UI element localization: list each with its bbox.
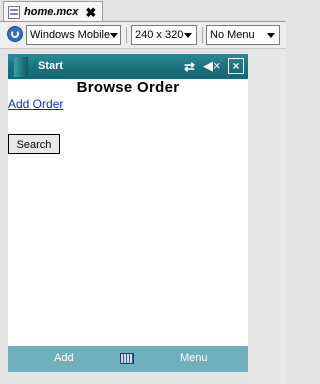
device-titlebar: Start ⇄ ◀× × [8,54,248,79]
rotate-icon[interactable] [7,26,23,42]
menu-mode-select[interactable]: No Menu [206,25,280,45]
tab-title: home.mcx [24,6,79,18]
keyboard-icon[interactable] [120,353,134,364]
add-order-link[interactable]: Add Order [8,97,63,111]
close-icon[interactable]: ✖ [85,6,96,19]
softkey-menu[interactable]: Menu [180,352,208,364]
search-button[interactable]: Search [8,134,60,154]
tab-home-mcx[interactable]: home.mcx ✖ [3,1,103,22]
softkey-bar: Add Menu [8,346,248,372]
menu-mode-select-value: No Menu [210,29,255,41]
chevron-down-icon [110,32,119,38]
platform-select[interactable]: Windows Mobile [26,25,121,45]
page-title: Browse Order [76,79,180,96]
device-screen: Start ⇄ ◀× × Browse Order Add Order Sear… [8,54,248,372]
resolution-select[interactable]: 240 x 320 [131,25,197,45]
start-button[interactable]: Start [38,60,63,72]
toolbar-separator [202,27,203,43]
volume-icon[interactable]: ◀× [203,59,221,73]
connectivity-icon[interactable]: ⇄ [184,60,195,73]
softkey-add[interactable]: Add [54,352,74,364]
resolution-select-value: 240 x 320 [135,29,184,41]
file-icon [8,5,20,19]
designer-background [248,50,286,384]
chevron-down-icon [267,32,275,38]
windows-flag-icon[interactable] [14,57,28,77]
close-icon[interactable]: × [228,58,244,74]
chevron-down-icon [184,32,192,38]
toolbar-separator [126,27,127,43]
platform-select-value: Windows Mobile [30,29,111,41]
